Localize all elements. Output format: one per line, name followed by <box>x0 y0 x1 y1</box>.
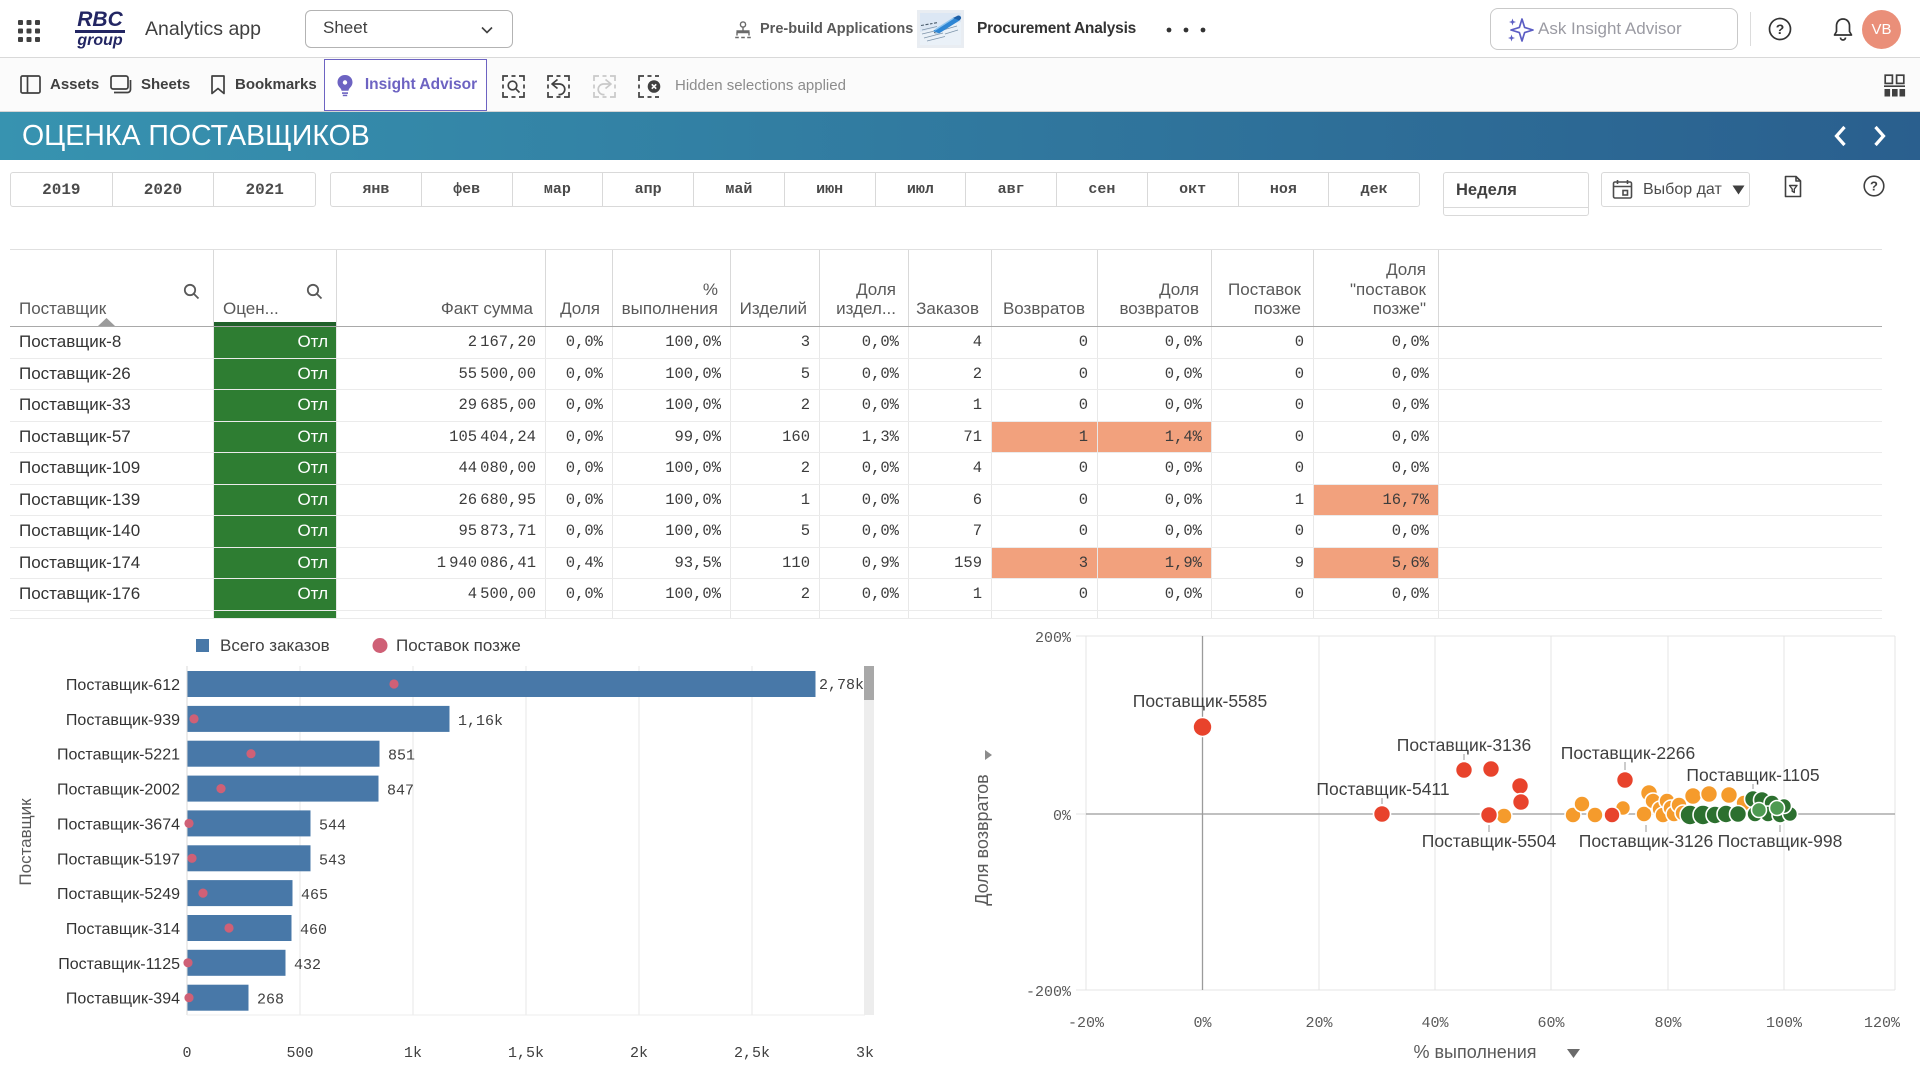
svg-text:500: 500 <box>286 1045 313 1062</box>
svg-text:40%: 40% <box>1421 1015 1449 1032</box>
svg-text:?: ? <box>1870 179 1878 194</box>
svg-text:1,16k: 1,16k <box>458 713 503 730</box>
svg-text:Поставщик-5504: Поставщик-5504 <box>1422 831 1557 851</box>
svg-text:3k: 3k <box>856 1045 874 1062</box>
svg-text:Поставщик-939: Поставщик-939 <box>66 712 180 729</box>
svg-text:Поставщик-5221: Поставщик-5221 <box>57 747 180 764</box>
svg-text:-20%: -20% <box>1068 1015 1105 1032</box>
svg-text:465: 465 <box>301 887 328 904</box>
svg-text:0%: 0% <box>1193 1015 1212 1032</box>
svg-text:?: ? <box>1776 21 1785 37</box>
svg-text:847: 847 <box>387 783 414 800</box>
svg-text:544: 544 <box>319 817 346 834</box>
svg-text:Поставок позже: Поставок позже <box>396 636 521 655</box>
svg-text:Поставщик: Поставщик <box>16 798 35 886</box>
svg-text:460: 460 <box>300 922 327 939</box>
svg-text:Поставщик-2002: Поставщик-2002 <box>57 782 180 799</box>
svg-text:851: 851 <box>388 748 415 765</box>
svg-text:2,78k: 2,78k <box>819 677 864 694</box>
svg-text:268: 268 <box>257 992 284 1009</box>
svg-text:543: 543 <box>319 852 346 869</box>
svg-text:Поставщик-5411: Поставщик-5411 <box>1316 779 1449 799</box>
svg-text:Поставщик-3136: Поставщик-3136 <box>1397 735 1532 755</box>
svg-text:Поставщик-5249: Поставщик-5249 <box>57 886 180 903</box>
svg-text:Поставщик-998: Поставщик-998 <box>1718 831 1843 851</box>
svg-text:Поставщик-5197: Поставщик-5197 <box>57 851 180 868</box>
svg-text:Поставщик-1105: Поставщик-1105 <box>1686 765 1819 785</box>
svg-text:Доля возвратов: Доля возвратов <box>972 774 992 905</box>
svg-text:% выполнения: % выполнения <box>1413 1042 1536 1062</box>
svg-text:Поставщик-3126: Поставщик-3126 <box>1579 831 1714 851</box>
svg-text:Поставщик-5585: Поставщик-5585 <box>1133 691 1268 711</box>
svg-text:20%: 20% <box>1305 1015 1333 1032</box>
svg-text:Поставщик-612: Поставщик-612 <box>66 677 180 694</box>
svg-text:Всего заказов: Всего заказов <box>220 636 330 655</box>
svg-text:432: 432 <box>294 957 321 974</box>
svg-text:Поставщик-2266: Поставщик-2266 <box>1561 743 1696 763</box>
svg-text:Поставщик-394: Поставщик-394 <box>66 991 180 1008</box>
svg-text:1k: 1k <box>404 1045 422 1062</box>
svg-text:80%: 80% <box>1654 1015 1682 1032</box>
svg-text:-200%: -200% <box>1026 984 1072 1001</box>
svg-text:0: 0 <box>182 1045 191 1062</box>
svg-text:200%: 200% <box>1035 630 1072 647</box>
svg-text:100%: 100% <box>1766 1015 1803 1032</box>
svg-text:Поставщик-1125: Поставщик-1125 <box>58 956 180 973</box>
svg-text:60%: 60% <box>1537 1015 1565 1032</box>
svg-text:0%: 0% <box>1053 808 1072 825</box>
svg-text:1,5k: 1,5k <box>508 1045 544 1062</box>
svg-text:Поставщик-3674: Поставщик-3674 <box>57 816 180 833</box>
svg-text:2k: 2k <box>630 1045 648 1062</box>
svg-text:2,5k: 2,5k <box>734 1045 770 1062</box>
svg-text:120%: 120% <box>1864 1015 1901 1032</box>
svg-text:Поставщик-314: Поставщик-314 <box>66 921 180 938</box>
